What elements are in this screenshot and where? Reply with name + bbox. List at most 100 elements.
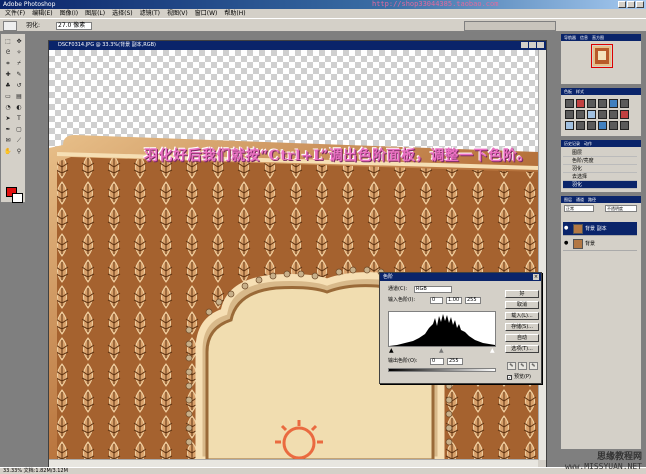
menu-layer[interactable]: 图层(L) xyxy=(85,9,105,18)
zoom-tool-icon[interactable]: ⚲ xyxy=(14,147,24,156)
tab-info[interactable]: 信息 xyxy=(580,34,588,41)
tab-swatches[interactable]: 色板 xyxy=(564,88,572,95)
tab-styles[interactable]: 样式 xyxy=(576,88,584,95)
style-swatch[interactable] xyxy=(620,121,629,130)
history-item-current[interactable]: 羽化 xyxy=(563,181,637,189)
style-swatch[interactable] xyxy=(576,121,585,130)
image-canvas[interactable]: 羽化好后我们就按“Ctrl+L”调出色阶面板，调整一下色阶。 xyxy=(49,50,538,460)
slice-tool-icon[interactable]: ⌿ xyxy=(14,59,24,68)
clone-stamp-icon[interactable]: ♣ xyxy=(3,81,13,90)
menu-help[interactable]: 帮助(H) xyxy=(224,9,245,18)
tool-preset-icon[interactable] xyxy=(3,21,17,31)
menu-window[interactable]: 窗口(W) xyxy=(195,9,218,18)
hand-tool-icon[interactable]: ✋ xyxy=(3,147,13,156)
style-swatch[interactable] xyxy=(620,110,629,119)
tab-history[interactable]: 历史记录 xyxy=(564,140,580,147)
feather-input[interactable]: 27.0 像素 xyxy=(56,22,92,30)
input-gamma-field[interactable]: 1.00 xyxy=(446,297,462,304)
gray-eyedropper-icon[interactable]: ✎ xyxy=(518,362,527,370)
style-swatch[interactable] xyxy=(609,121,618,130)
opacity-field[interactable]: 不透明度 xyxy=(605,205,637,212)
menu-select[interactable]: 选择(S) xyxy=(112,9,133,18)
style-swatch[interactable] xyxy=(576,99,585,108)
minimize-button[interactable] xyxy=(618,1,626,8)
input-gamma-slider[interactable]: ▲ xyxy=(439,347,444,354)
tab-histogram[interactable]: 直方图 xyxy=(592,34,604,41)
tab-navigator[interactable]: 导航器 xyxy=(564,34,576,41)
style-swatch[interactable] xyxy=(565,121,574,130)
path-select-icon[interactable]: ➤ xyxy=(3,114,13,123)
doc-close-button[interactable] xyxy=(537,42,544,48)
input-black-field[interactable]: 0 xyxy=(430,297,443,304)
black-eyedropper-icon[interactable]: ✎ xyxy=(507,362,516,370)
blur-tool-icon[interactable]: ◔ xyxy=(3,103,13,112)
notes-tool-icon[interactable]: ✉ xyxy=(3,136,13,145)
layer-row[interactable]: ● 背景 xyxy=(563,237,637,251)
menu-image[interactable]: 图像(I) xyxy=(60,9,78,18)
background-color-swatch[interactable] xyxy=(12,193,23,203)
auto-button[interactable]: 自动 xyxy=(505,334,539,342)
input-white-slider[interactable]: ▲ xyxy=(490,347,495,354)
close-button[interactable] xyxy=(636,1,644,8)
layer-row[interactable]: ● 背景 副本 xyxy=(563,222,637,236)
gradient-tool-icon[interactable]: ▤ xyxy=(14,92,24,101)
style-swatch[interactable] xyxy=(565,110,574,119)
style-swatch[interactable] xyxy=(598,99,607,108)
vertical-scrollbar[interactable] xyxy=(538,50,546,460)
tab-layers[interactable]: 图层 xyxy=(564,196,572,203)
output-white-field[interactable]: 255 xyxy=(447,358,463,365)
type-tool-icon[interactable]: T xyxy=(14,114,24,123)
save-button[interactable]: 存储(S)... xyxy=(505,323,539,331)
blend-mode-select[interactable]: 正常 xyxy=(564,205,594,212)
doc-maximize-button[interactable] xyxy=(529,42,536,48)
load-button[interactable]: 载入(L)... xyxy=(505,312,539,320)
menu-filter[interactable]: 滤镜(T) xyxy=(140,9,160,18)
history-item[interactable]: 图层 xyxy=(563,149,637,157)
eye-icon[interactable]: ● xyxy=(564,226,570,231)
eye-icon[interactable]: ● xyxy=(564,241,570,246)
style-swatch[interactable] xyxy=(598,110,607,119)
style-swatch[interactable] xyxy=(620,99,629,108)
checkmark-icon[interactable]: ✓ xyxy=(507,374,512,380)
magic-wand-tool-icon[interactable]: ✧ xyxy=(14,48,24,57)
move-tool-icon[interactable]: ✥ xyxy=(14,37,24,46)
tab-channels[interactable]: 通道 xyxy=(576,196,584,203)
tab-actions[interactable]: 动作 xyxy=(584,140,592,147)
menu-view[interactable]: 视图(V) xyxy=(167,9,188,18)
maximize-button[interactable] xyxy=(627,1,635,8)
input-white-field[interactable]: 255 xyxy=(465,297,481,304)
style-swatch[interactable] xyxy=(587,110,596,119)
style-swatch[interactable] xyxy=(565,99,574,108)
history-item[interactable]: 羽化 xyxy=(563,165,637,173)
history-item[interactable]: 色阶/亮度 xyxy=(563,157,637,165)
lasso-tool-icon[interactable]: ᘓ xyxy=(3,48,13,57)
white-eyedropper-icon[interactable]: ✎ xyxy=(529,362,538,370)
output-black-field[interactable]: 0 xyxy=(430,358,444,365)
tab-paths[interactable]: 路径 xyxy=(588,196,596,203)
options-button[interactable]: 选项(T)... xyxy=(505,345,539,353)
eraser-tool-icon[interactable]: ▭ xyxy=(3,92,13,101)
style-swatch[interactable] xyxy=(587,121,596,130)
style-swatch[interactable] xyxy=(587,99,596,108)
horizontal-scrollbar[interactable] xyxy=(49,459,538,467)
marquee-tool-icon[interactable]: ⬚ xyxy=(3,37,13,46)
ok-button[interactable]: 好 xyxy=(505,290,539,298)
levels-close-icon[interactable]: × xyxy=(533,274,539,280)
input-black-slider[interactable]: ▲ xyxy=(389,347,394,354)
brush-tool-icon[interactable]: ✎ xyxy=(14,70,24,79)
menu-edit[interactable]: 编辑(E) xyxy=(32,9,52,18)
style-swatch[interactable] xyxy=(609,110,618,119)
menu-file[interactable]: 文件(F) xyxy=(5,9,25,18)
cancel-button[interactable]: 取消 xyxy=(505,301,539,309)
shape-tool-icon[interactable]: ▢ xyxy=(14,125,24,134)
style-swatch[interactable] xyxy=(609,99,618,108)
dodge-tool-icon[interactable]: ◐ xyxy=(14,103,24,112)
pen-tool-icon[interactable]: ✒ xyxy=(3,125,13,134)
doc-minimize-button[interactable] xyxy=(521,42,528,48)
eyedropper-tool-icon[interactable]: ⟋ xyxy=(14,136,24,145)
channel-select[interactable]: RGB xyxy=(414,286,452,293)
style-swatch[interactable] xyxy=(598,121,607,130)
crop-tool-icon[interactable]: ⌗ xyxy=(3,59,13,68)
history-item[interactable]: 去选择 xyxy=(563,173,637,181)
preview-checkbox[interactable]: ✓ 预览(P) xyxy=(507,374,531,380)
